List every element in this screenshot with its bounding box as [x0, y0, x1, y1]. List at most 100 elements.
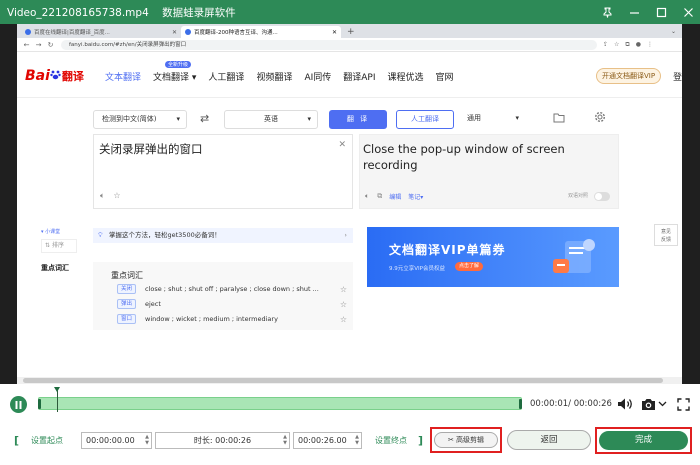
set-start-button[interactable]: 设置起点: [31, 432, 63, 449]
stepper-icon[interactable]: ▲ ▼: [355, 434, 359, 446]
forward-arrow-icon[interactable]: →: [35, 41, 42, 49]
chevron-down-icon[interactable]: [658, 397, 667, 411]
done-highlight: 完成: [595, 427, 692, 454]
screenshot-camera-icon[interactable]: [641, 397, 656, 411]
profile-icon[interactable]: ●: [636, 41, 641, 48]
file-name: Video_221208165738.mp4: [7, 6, 149, 19]
target-text-area: Close the pop-up window of screen record…: [359, 134, 619, 209]
horizontal-scrollbar[interactable]: [17, 377, 682, 384]
notes-link[interactable]: 笔记▾: [408, 192, 423, 201]
fullscreen-icon[interactable]: [677, 397, 690, 411]
close-icon[interactable]: [676, 0, 700, 24]
menu-dots-icon[interactable]: ⋮: [647, 41, 653, 48]
vip-ad-banner[interactable]: 文档翻译VIP单篇券 9.9元立享VIP会员权益 点击了解: [367, 227, 619, 287]
feedback-button[interactable]: 意见 反馈: [654, 224, 678, 246]
nav-courses[interactable]: 课程优选: [388, 70, 424, 83]
software-name: 数据蛙录屏软件: [162, 6, 236, 19]
open-vip-button[interactable]: 开通文档翻译VIP: [596, 68, 662, 84]
share-icon[interactable]: ⇪: [603, 41, 608, 48]
nav-doc-translate[interactable]: 全新升级 文档翻译 ▾: [153, 61, 196, 83]
tab-label: 百度翻译-200种语言互译、沟通...: [194, 30, 278, 36]
side-key-words-label[interactable]: 重点词汇: [41, 263, 69, 273]
advanced-edit-button[interactable]: ✂︎ 高级剪辑: [434, 432, 498, 448]
reload-icon[interactable]: ↻: [47, 41, 54, 49]
keyword-tag[interactable]: 关闭: [117, 284, 136, 294]
nav-ai-interpret[interactable]: AI同传: [304, 70, 331, 83]
lightbulb-icon: 💡︎: [98, 231, 103, 239]
back-arrow-icon[interactable]: ←: [23, 41, 30, 49]
translate-button[interactable]: 翻 译: [329, 110, 387, 129]
new-tab-button[interactable]: +: [341, 26, 361, 38]
speaker-icon[interactable]: 🔈︎: [365, 192, 369, 201]
pause-button[interactable]: [10, 396, 27, 413]
nav-translate-api[interactable]: 翻译API: [343, 70, 375, 83]
keyword-tag[interactable]: 弹出: [117, 299, 136, 309]
nav-official-site[interactable]: 官网: [436, 70, 454, 83]
source-text[interactable]: 关闭录屏弹出的窗口: [99, 141, 203, 157]
side-small-class-label[interactable]: ▾ 小课堂: [41, 228, 60, 235]
browser-tab-active[interactable]: 百度翻译-200种语言互译、沟通... ✕: [181, 26, 341, 38]
edit-link[interactable]: 编辑: [389, 192, 401, 201]
key-words-panel: 重点词汇 关闭 close ; shut ; shut off ; paraly…: [93, 262, 353, 330]
scissors-icon: ✂︎: [447, 436, 454, 444]
playhead[interactable]: [54, 387, 61, 412]
swap-languages-icon[interactable]: ⇄: [200, 112, 209, 125]
baidu-logo[interactable]: Bai 翻译: [25, 68, 84, 84]
domain-select[interactable]: 通用 ▾: [461, 110, 521, 129]
favorites-folder-icon[interactable]: [553, 112, 565, 126]
baidu-nav: 文本翻译 全新升级 文档翻译 ▾ 人工翻译 视频翻译 AI同传 翻译API 课程…: [105, 61, 466, 83]
end-time-field[interactable]: 00:00:26.00 ▲ ▼: [293, 432, 362, 449]
address-bar: ← → ↻ fanyi.baidu.com/#zh/en/关闭录屏弹出的窗口 ⇪…: [17, 38, 682, 52]
nav-video-translate[interactable]: 视频翻译: [256, 70, 292, 83]
bookmark-star-icon[interactable]: ☆: [614, 41, 619, 48]
settings-gear-icon[interactable]: [594, 111, 606, 126]
trim-end-handle[interactable]: [519, 399, 522, 409]
source-text-area[interactable]: 关闭录屏弹出的窗口 ✕ 🔈︎ ☆: [93, 134, 353, 209]
favorite-star-icon[interactable]: ☆: [340, 285, 347, 294]
trim-start-handle[interactable]: [38, 399, 41, 409]
sort-button[interactable]: ⇅ 排序: [41, 239, 77, 253]
source-language-select[interactable]: 检测到中文(简体) ▾: [93, 110, 187, 129]
keyword-definition: close ; shut ; shut off ; paralyse ; clo…: [145, 285, 319, 293]
favorite-star-icon[interactable]: ☆: [340, 300, 347, 309]
baidu-header: Bai 翻译 文本翻译 全新升级 文档翻译 ▾ 人工翻译 视频翻译 AI同传 翻…: [17, 52, 682, 98]
clear-text-icon[interactable]: ✕: [338, 140, 346, 150]
new-badge: 全新升级: [165, 61, 192, 68]
stepper-icon[interactable]: ▲ ▼: [145, 434, 149, 446]
tab-close-icon[interactable]: ✕: [332, 29, 337, 36]
target-language-select[interactable]: 英语 ▾: [224, 110, 318, 129]
dual-language-toggle[interactable]: [594, 192, 610, 201]
back-button[interactable]: 返回: [507, 430, 591, 450]
browser-tab[interactable]: 百度在线翻译|百度翻译_百度... ✕: [21, 26, 181, 38]
set-end-button[interactable]: 设置终点: [375, 432, 407, 449]
login-link[interactable]: 登: [673, 70, 682, 83]
done-button[interactable]: 完成: [599, 431, 688, 450]
key-words-title: 重点词汇: [111, 271, 143, 280]
tip-bar[interactable]: 💡︎ 掌握这个方法，轻松get3500必备词！ ›: [93, 228, 353, 243]
favorite-star-icon[interactable]: ☆: [113, 191, 120, 200]
timeline-track[interactable]: [38, 397, 522, 410]
stepper-icon[interactable]: ▲ ▼: [283, 434, 287, 446]
start-time-field[interactable]: 00:00:00.00 ▲ ▼: [81, 432, 152, 449]
extensions-icon[interactable]: ⧉: [625, 41, 629, 49]
copy-icon[interactable]: ⧉: [377, 192, 382, 201]
keyword-definition: window ; wicket ; medium ; intermediary: [145, 315, 278, 323]
banner-cta-button[interactable]: 点击了解: [455, 262, 484, 271]
time-display: 00:00:01/ 00:00:26: [530, 399, 612, 409]
maximize-icon[interactable]: [649, 0, 673, 24]
minimize-icon[interactable]: [622, 0, 646, 24]
human-translate-button[interactable]: 人工翻译: [396, 110, 454, 129]
tab-close-icon[interactable]: ✕: [172, 29, 177, 36]
volume-icon[interactable]: [617, 397, 634, 411]
window-title: Video_221208165738.mp4 数据蛙录屏软件: [0, 5, 246, 20]
keyword-tag[interactable]: 窗口: [117, 314, 136, 324]
favorite-star-icon[interactable]: ☆: [340, 315, 347, 324]
tab-search-icon[interactable]: ⌄: [671, 26, 682, 38]
pin-icon[interactable]: [595, 0, 619, 24]
speaker-icon[interactable]: 🔈︎: [100, 191, 105, 200]
url-field[interactable]: fanyi.baidu.com/#zh/en/关闭录屏弹出的窗口: [61, 39, 597, 50]
nav-human-translate[interactable]: 人工翻译: [208, 70, 244, 83]
banner-title: 文档翻译VIP单篇券: [389, 243, 506, 257]
nav-text-translate[interactable]: 文本翻译: [105, 70, 141, 83]
scrollbar-thumb[interactable]: [23, 378, 663, 383]
